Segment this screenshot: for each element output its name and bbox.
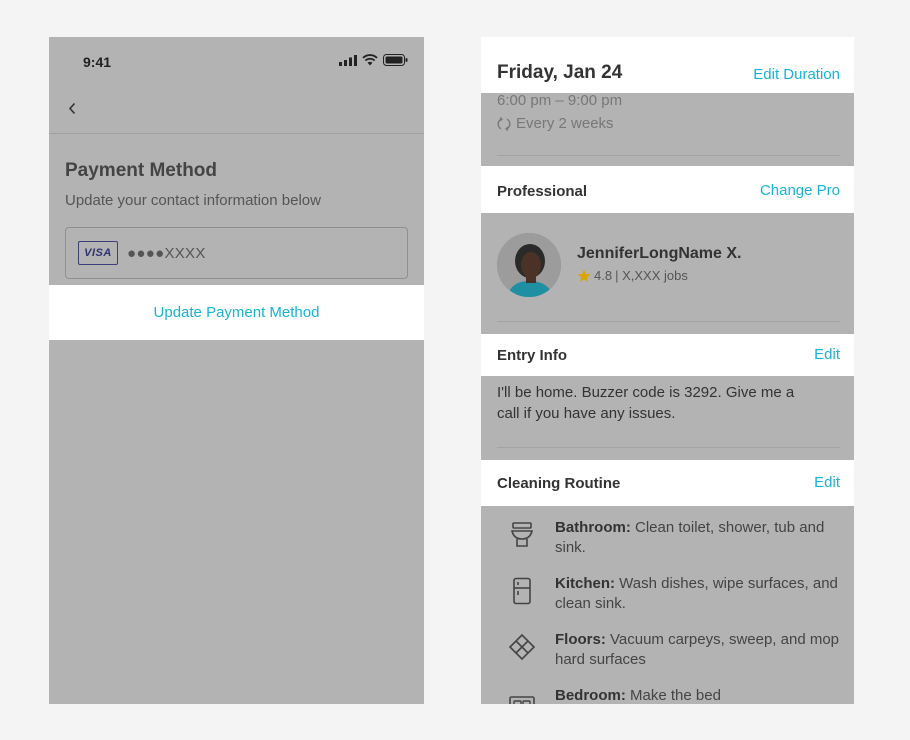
status-bar: 9:41 <box>49 37 424 87</box>
repeat-icon <box>497 116 511 131</box>
edit-cleaning-routine-link[interactable]: Edit <box>814 474 840 491</box>
rating-value: 4.8 <box>594 268 613 283</box>
routine-text: Floors: Vacuum carpeys, sweep, and mop h… <box>555 630 845 670</box>
status-time: 9:41 <box>83 54 112 70</box>
divider <box>497 321 840 322</box>
recurrence-text: Every 2 weeks <box>516 115 614 132</box>
routine-item-floors: Floors: Vacuum carpeys, sweep, and mop h… <box>497 630 847 674</box>
change-pro-link[interactable]: Change Pro <box>760 182 840 199</box>
edit-entry-info-link[interactable]: Edit <box>814 346 840 363</box>
divider <box>497 155 840 156</box>
fridge-icon <box>507 576 537 606</box>
cleaning-routine-title: Cleaning Routine <box>497 475 621 492</box>
booking-details-screen: Friday, Jan 24 Edit Duration 6:00 pm – 9… <box>481 37 854 704</box>
nav-divider <box>49 133 424 134</box>
page-subtitle: Update your contact information below <box>65 192 321 209</box>
professional-title: Professional <box>497 183 588 200</box>
cleaning-routine-header: Cleaning Routine Edit <box>481 460 854 506</box>
routine-label: Bedroom: <box>555 687 626 704</box>
battery-icon <box>383 54 408 66</box>
date-header: Friday, Jan 24 Edit Duration <box>481 37 854 93</box>
edit-duration-link[interactable]: Edit Duration <box>753 66 840 83</box>
date-title: Friday, Jan 24 <box>497 62 623 83</box>
pro-rating: 4.8 | X,XXX jobs <box>577 268 688 283</box>
bed-icon <box>507 690 537 704</box>
chevron-left-icon <box>68 102 75 114</box>
routine-text: Kitchen: Wash dishes, wipe surfaces, and… <box>555 574 845 614</box>
entry-info-title: Entry Info <box>497 347 567 364</box>
routine-text: Bathroom: Clean toilet, shower, tub and … <box>555 518 845 558</box>
routine-description: Make the bed <box>625 687 721 704</box>
routine-label: Floors: <box>555 631 606 648</box>
payment-method-screen: 9:41 Payment Method Update your contact … <box>49 37 424 704</box>
card-field[interactable]: VISA ●●●●XXXX <box>65 227 408 279</box>
star-icon <box>577 269 591 282</box>
time-range: 6:00 pm – 9:00 pm <box>497 92 623 109</box>
recurrence-row: Every 2 weeks <box>497 115 614 132</box>
status-icons <box>339 54 408 66</box>
routine-text: Bedroom: Make the bed <box>555 686 845 704</box>
divider <box>497 447 840 448</box>
routine-item-kitchen: Kitchen: Wash dishes, wipe surfaces, and… <box>497 574 847 618</box>
entry-info-header: Entry Info Edit <box>481 334 854 376</box>
signal-icon <box>339 54 357 66</box>
routine-label: Bathroom: <box>555 519 631 536</box>
routine-item-bathroom: Bathroom: Clean toilet, shower, tub and … <box>497 518 847 562</box>
card-number: ●●●●XXXX <box>127 244 206 262</box>
wifi-icon <box>362 54 378 66</box>
pro-name: JenniferLongName X. <box>577 245 742 262</box>
update-payment-method-button[interactable]: Update Payment Method <box>154 304 320 321</box>
visa-card-icon: VISA <box>78 241 118 265</box>
floor-tile-icon <box>507 632 537 662</box>
professional-header: Professional Change Pro <box>481 166 854 213</box>
page-title: Payment Method <box>65 160 218 181</box>
update-payment-row: Update Payment Method <box>49 285 424 340</box>
pro-photo <box>497 233 561 297</box>
routine-label: Kitchen: <box>555 575 615 592</box>
toilet-icon <box>507 520 537 550</box>
routine-item-bedroom: Bedroom: Make the bed <box>497 686 847 704</box>
jobs-count: | X,XXX jobs <box>615 268 688 283</box>
entry-info-text: I'll be home. Buzzer code is 3292. Give … <box>497 384 795 422</box>
back-button[interactable] <box>61 97 83 119</box>
avatar <box>497 233 561 297</box>
